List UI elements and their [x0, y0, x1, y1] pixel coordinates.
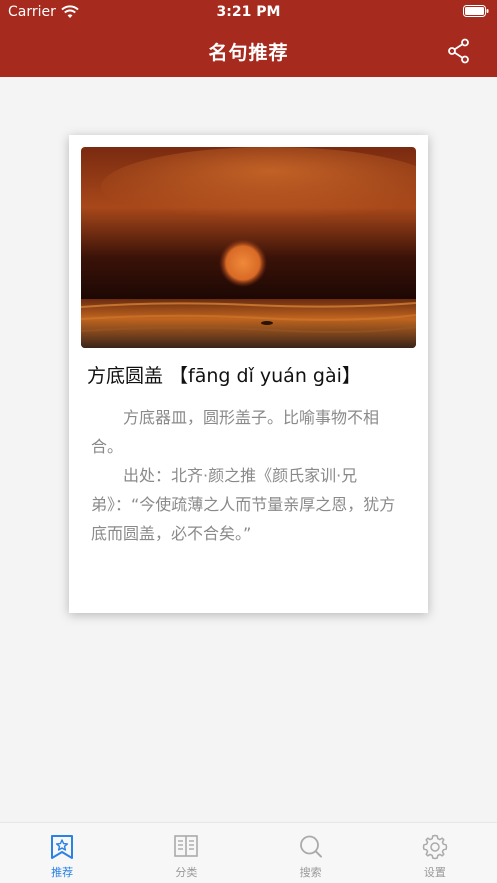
tab-bar: 推荐 分类 搜索 设置 [0, 822, 497, 883]
tab-search[interactable]: 搜索 [249, 823, 373, 883]
bookmark-star-icon [51, 835, 74, 859]
tab-category[interactable]: 分类 [124, 823, 248, 883]
tab-settings[interactable]: 设置 [373, 823, 497, 883]
page-title: 名句推荐 [208, 42, 289, 64]
share-icon [448, 38, 469, 64]
book-icon [174, 835, 199, 857]
tab-label: 搜索 [299, 866, 322, 879]
tab-recommend[interactable]: 推荐 [0, 823, 124, 883]
header: Carrier 3:21 PM 名句推荐 [0, 0, 497, 77]
status-time: 3:21 PM [216, 4, 281, 20]
battery-icon [463, 5, 489, 17]
idiom-source: 出处：北齐·颜之推《颜氏家训·兄弟》：“今使疏薄之人而节量亲厚之恩，犹方底而圆盖… [91, 466, 396, 543]
tab-label: 设置 [423, 866, 446, 879]
search-icon [299, 835, 322, 858]
idiom-title: 方底圆盖 【fāng dǐ yuán gài】 [87, 365, 361, 387]
idiom-meaning: 方底器皿，圆形盖子。比喻事物不相合。 [91, 408, 380, 456]
tab-label: 分类 [175, 866, 198, 879]
idiom-explanation: 方底器皿，圆形盖子。比喻事物不相合。 出处：北齐·颜之推《颜氏家训·兄弟》：“今… [91, 403, 407, 548]
idiom-card[interactable]: 方底圆盖 【fāng dǐ yuán gài】 方底器皿，圆形盖子。比喻事物不相… [69, 135, 428, 613]
tab-label: 推荐 [51, 866, 74, 879]
share-button[interactable] [447, 38, 471, 64]
sunset-image [81, 147, 416, 348]
gear-icon [422, 834, 448, 860]
status-bar: Carrier 3:21 PM [0, 0, 497, 26]
app-screen: Carrier 3:21 PM 名句推荐 方底圆盖 【fāng dǐ yuán … [0, 0, 497, 883]
